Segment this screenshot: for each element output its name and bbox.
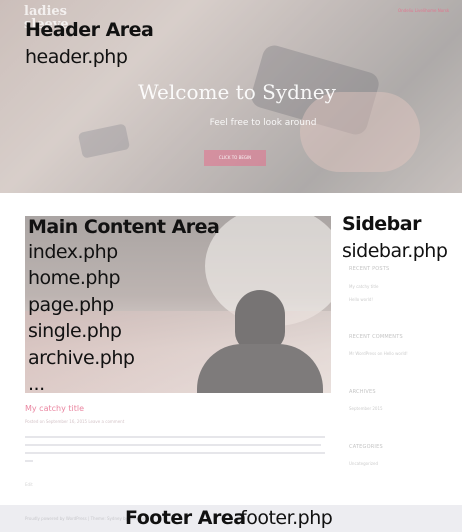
post-text-line (25, 436, 325, 438)
post-text-line (25, 460, 33, 462)
post-text-line (25, 452, 325, 454)
footer-file-label: footer.php (240, 507, 333, 529)
header-area-label: Header Area (25, 19, 154, 41)
site-menu[interactable]: Ondeliu Livelihome Norsk (398, 8, 449, 13)
post-meta: Posted on September 16, 2015 Leave a com… (25, 419, 125, 424)
hero-cta-button[interactable]: CLICK TO BEGIN (204, 150, 266, 166)
main-content-area-label: Main Content Area (28, 216, 220, 238)
widget-link[interactable]: September 2015 (349, 406, 383, 411)
widget-heading: RECENT COMMENTS (349, 334, 403, 340)
widget-heading: CATEGORIES (349, 444, 383, 450)
main-file-label: page.php (28, 294, 114, 316)
post-text-line (25, 444, 321, 446)
main-file-label: index.php (28, 241, 118, 263)
main-file-label: archive.php (28, 347, 135, 369)
hero-title: Welcome to Sydney (138, 80, 336, 104)
post-title[interactable]: My catchy title (25, 404, 84, 413)
footer-area-label: Footer Area (125, 507, 246, 529)
widget-link[interactable]: Hello world! (349, 297, 373, 302)
widget-heading: RECENT POSTS (349, 266, 390, 272)
widget-link[interactable]: Uncategorized (349, 461, 378, 466)
main-file-label: home.php (28, 267, 121, 289)
sidebar-label: Sidebar (342, 213, 421, 235)
sidebar-file-label: sidebar.php (342, 240, 448, 262)
widget-link[interactable]: Mr WordPress on Hello world! (349, 351, 408, 356)
widget-link[interactable]: My catchy title (349, 284, 379, 289)
main-file-label: ... (28, 373, 45, 395)
widget-heading: ARCHIVES (349, 389, 376, 395)
hero-subtitle: Feel free to look around (209, 118, 317, 128)
post-edit-link[interactable]: Edit (25, 482, 33, 487)
main-file-label: single.php (28, 320, 122, 342)
header-file-label: header.php (25, 46, 128, 68)
